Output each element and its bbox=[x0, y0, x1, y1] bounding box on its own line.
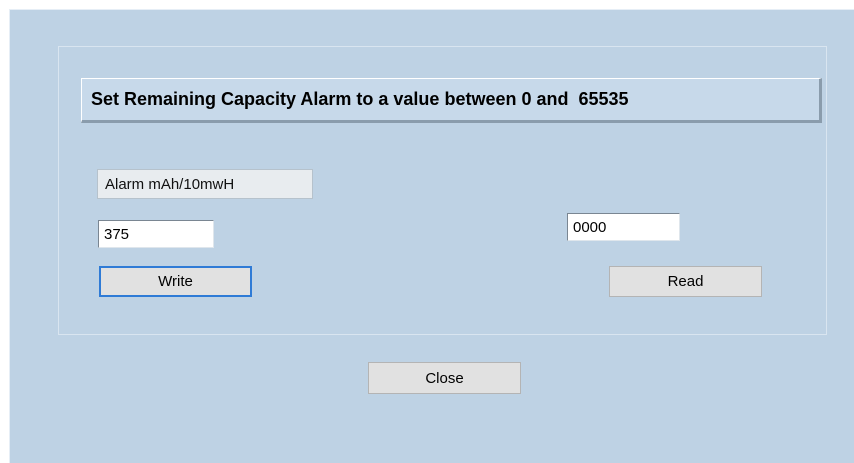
alarm-value-input[interactable] bbox=[98, 220, 214, 248]
alarm-units-label: Alarm mAh/10mwH bbox=[97, 169, 313, 199]
read-value-field[interactable] bbox=[567, 213, 680, 241]
dialog-title: Set Remaining Capacity Alarm to a value … bbox=[91, 89, 629, 109]
dialog-title-bar: Set Remaining Capacity Alarm to a value … bbox=[81, 78, 822, 123]
read-button[interactable]: Read bbox=[609, 266, 762, 297]
capacity-alarm-dialog: Set Remaining Capacity Alarm to a value … bbox=[9, 9, 854, 463]
write-button[interactable]: Write bbox=[99, 266, 252, 297]
close-button[interactable]: Close bbox=[368, 362, 521, 394]
